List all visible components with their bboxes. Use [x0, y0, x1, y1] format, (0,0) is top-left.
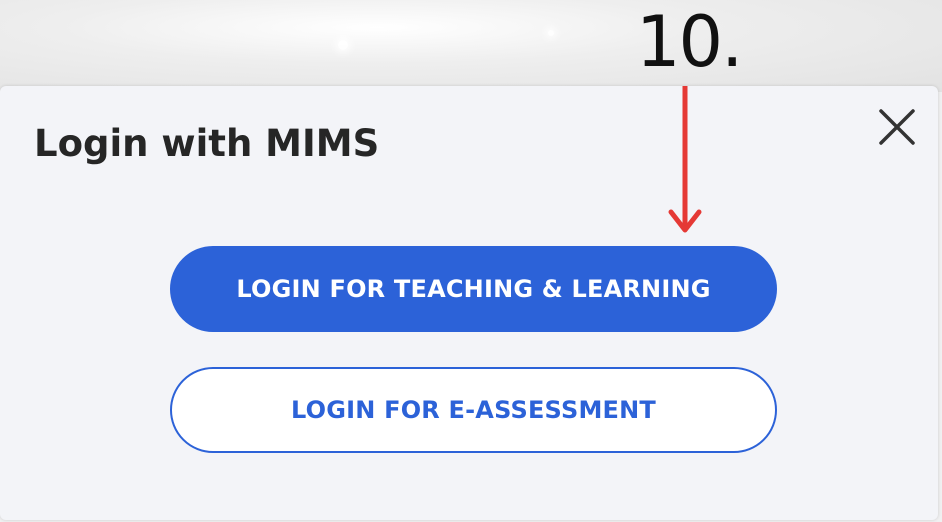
light-sparkle [338, 40, 348, 50]
background-backdrop [0, 0, 942, 92]
step-annotation-label: 10. [636, 1, 743, 83]
login-dialog: Login with MIMS LOGIN FOR TEACHING & LEA… [0, 86, 938, 520]
light-sparkle [548, 30, 554, 36]
close-button[interactable] [874, 104, 920, 150]
dialog-title: Login with MIMS [34, 122, 380, 165]
login-e-assessment-button[interactable]: LOGIN FOR E-ASSESSMENT [170, 367, 777, 453]
arrow-down-icon [668, 86, 702, 233]
login-teaching-learning-button[interactable]: LOGIN FOR TEACHING & LEARNING [170, 246, 777, 332]
close-icon [879, 109, 915, 145]
